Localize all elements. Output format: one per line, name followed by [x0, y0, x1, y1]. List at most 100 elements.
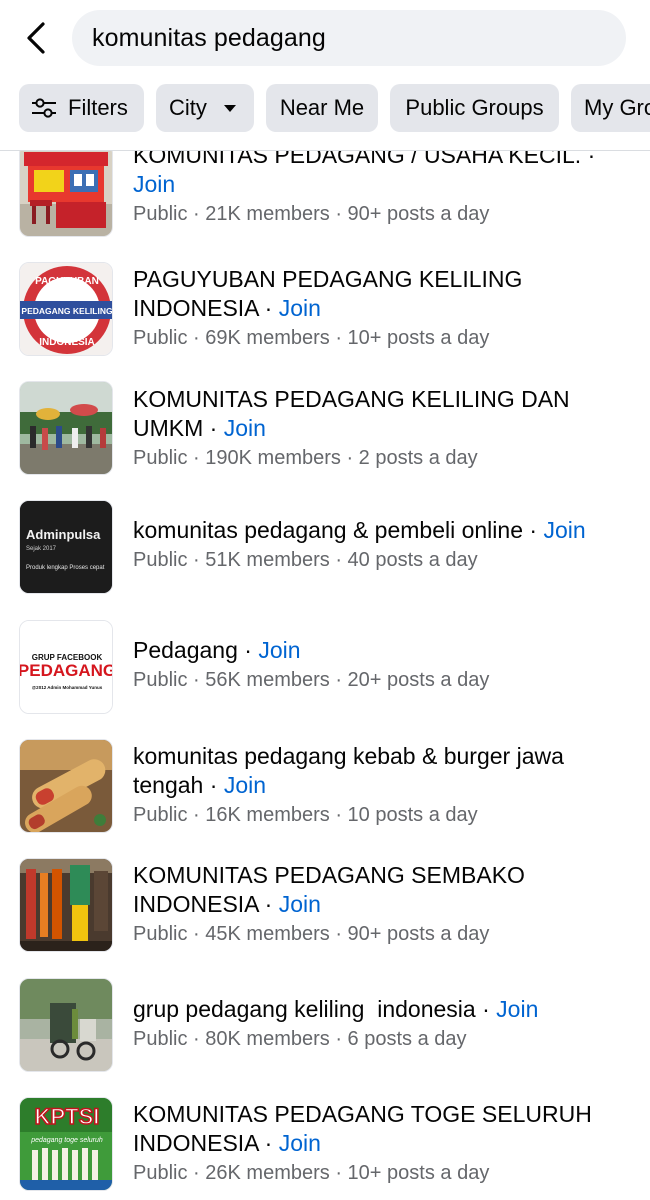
separator-dot: ·: [187, 669, 206, 691]
join-link[interactable]: Join: [496, 996, 538, 1022]
group-members: 21K members: [205, 203, 330, 225]
group-title[interactable]: KOMUNITAS PEDAGANG TOGE SELURUH INDONESI…: [133, 1100, 633, 1158]
group-info: grup pedagang keliling indonesia · Join …: [133, 995, 633, 1053]
group-title[interactable]: PAGUYUBAN PEDAGANG KELILING INDONESIA · …: [133, 265, 633, 323]
group-title[interactable]: KOMUNITAS PEDAGANG / USAHA KECIL. · Join: [133, 151, 633, 199]
group-results-list: KOMUNITAS PEDAGANG / USAHA KECIL. · Join…: [0, 151, 650, 1200]
group-privacy: Public: [133, 669, 188, 691]
group-activity: 40 posts a day: [347, 549, 478, 571]
group-thumbnail: [19, 151, 113, 237]
group-info: komunitas pedagang & pembeli online · Jo…: [133, 516, 633, 574]
separator-dot: ·: [187, 1162, 206, 1184]
join-link[interactable]: Join: [224, 772, 266, 798]
join-link[interactable]: Join: [224, 415, 266, 441]
separator-dot: ·: [187, 923, 206, 945]
group-privacy: Public: [133, 549, 188, 571]
search-input[interactable]: komunitas pedagang: [72, 10, 626, 66]
group-title[interactable]: komunitas pedagang kebab & burger jawa t…: [133, 742, 633, 800]
paguyuban-logo: PAGUYUBAN PEDAGANG KELILING INDONESIA: [20, 263, 113, 355]
group-title[interactable]: KOMUNITAS PEDAGANG KELILING DAN UMKM · J…: [133, 385, 633, 443]
thumb-text-mid: PEDAGANG: [20, 661, 113, 680]
my-groups-chip-label: My Gro: [584, 95, 650, 120]
group-title[interactable]: komunitas pedagang & pembeli online · Jo…: [133, 516, 633, 545]
join-link[interactable]: Join: [279, 891, 321, 917]
group-privacy: Public: [133, 804, 188, 826]
back-button[interactable]: [18, 20, 54, 56]
thumb-text-mid: PEDAGANG KELILING: [21, 306, 113, 316]
group-members: 56K members: [205, 669, 330, 691]
group-meta: Public · 69K members · 10+ posts a day: [133, 324, 633, 352]
separator-dot: ·: [475, 996, 497, 1022]
stall-photo: [20, 151, 112, 236]
group-privacy: Public: [133, 923, 188, 945]
join-link[interactable]: Join: [279, 1130, 321, 1156]
group-activity: 90+ posts a day: [347, 203, 490, 225]
thumb-text-top: PAGUYUBAN: [35, 276, 99, 287]
thumb-text-mid: pedagang toge seluruh: [30, 1137, 103, 1144]
separator-dot: ·: [203, 772, 224, 798]
group-thumbnail: KPTSI pedagang toge seluruh: [19, 1097, 113, 1191]
public-groups-chip[interactable]: Public Groups: [390, 84, 559, 132]
separator-dot: ·: [237, 637, 259, 663]
group-meta: Public · 51K members · 40 posts a day: [133, 546, 633, 574]
near-me-chip[interactable]: Near Me: [266, 84, 378, 132]
near-me-chip-label: Near Me: [279, 95, 365, 120]
separator-dot: ·: [187, 1028, 206, 1050]
separator-dot: ·: [523, 517, 544, 543]
public-groups-chip-label: Public Groups: [405, 95, 544, 120]
group-activity: 2 posts a day: [358, 447, 478, 469]
group-thumbnail: [19, 381, 113, 475]
grup-facebook-pedagang-logo: GRUP FACEBOOK PEDAGANG @2012 Admin Moham…: [20, 621, 113, 713]
filter-chips: Filters City Near Me Public Groups My Gr…: [0, 84, 650, 134]
group-name: komunitas pedagang kebab & burger jawa t…: [133, 743, 564, 798]
group-members: 45K members: [205, 923, 330, 945]
separator-dot: ·: [187, 804, 206, 826]
group-activity: 10+ posts a day: [347, 1162, 490, 1184]
separator-dot: ·: [329, 549, 348, 571]
group-thumbnail: Adminpulsa Sejak 2017 Produk lengkap Pro…: [19, 500, 113, 594]
group-meta: Public · 21K members · 90+ posts a day: [133, 200, 633, 228]
kptsi-logo: KPTSI pedagang toge seluruh: [20, 1098, 112, 1190]
separator-dot: ·: [187, 327, 206, 349]
group-name: komunitas pedagang & pembeli online: [133, 517, 523, 543]
chevron-left-icon: [27, 22, 45, 54]
separator-dot: ·: [581, 151, 596, 168]
group-members: 69K members: [205, 327, 330, 349]
group-activity: 10+ posts a day: [347, 327, 490, 349]
adminpulsa-logo: Adminpulsa Sejak 2017 Produk lengkap Pro…: [20, 501, 112, 593]
join-link[interactable]: Join: [258, 637, 300, 663]
group-info: KOMUNITAS PEDAGANG TOGE SELURUH INDONESI…: [133, 1100, 633, 1187]
separator-dot: ·: [329, 669, 348, 691]
group-name: Pedagang: [133, 637, 238, 663]
group-thumbnail: PAGUYUBAN PEDAGANG KELILING INDONESIA: [19, 262, 113, 356]
separator-dot: ·: [329, 327, 348, 349]
group-meta: Public · 45K members · 90+ posts a day: [133, 920, 633, 948]
group-thumbnail: GRUP FACEBOOK PEDAGANG @2012 Admin Moham…: [19, 620, 113, 714]
thumb-text-top: Adminpulsa: [26, 527, 101, 542]
group-activity: 10 posts a day: [347, 804, 478, 826]
thumb-text-mid: Sejak 2017: [26, 546, 57, 552]
group-title[interactable]: grup pedagang keliling indonesia · Join: [133, 995, 633, 1024]
join-link[interactable]: Join: [543, 517, 585, 543]
group-title[interactable]: Pedagang · Join: [133, 636, 633, 665]
separator-dot: ·: [258, 891, 279, 917]
group-info: KOMUNITAS PEDAGANG SEMBAKO INDONESIA · J…: [133, 861, 633, 948]
join-link[interactable]: Join: [133, 171, 175, 197]
group-meta: Public · 16K members · 10 posts a day: [133, 801, 633, 829]
group-name: grup pedagang keliling indonesia: [133, 996, 476, 1022]
group-activity: 6 posts a day: [347, 1028, 467, 1050]
join-link[interactable]: Join: [279, 295, 321, 321]
separator-dot: ·: [187, 203, 206, 225]
group-title[interactable]: KOMUNITAS PEDAGANG SEMBAKO INDONESIA · J…: [133, 861, 633, 919]
group-privacy: Public: [133, 1162, 188, 1184]
kebab-photo: [20, 740, 112, 832]
caret-down-icon: [223, 104, 236, 112]
filters-chip[interactable]: Filters: [19, 84, 144, 132]
group-info: KOMUNITAS PEDAGANG / USAHA KECIL. · Join…: [133, 151, 633, 228]
group-name: KOMUNITAS PEDAGANG SEMBAKO INDONESIA: [133, 862, 525, 917]
my-groups-chip[interactable]: My Gro: [571, 84, 650, 132]
filters-chip-label: Filters: [68, 95, 128, 120]
city-chip[interactable]: City: [156, 84, 254, 132]
group-info: PAGUYUBAN PEDAGANG KELILING INDONESIA · …: [133, 265, 633, 352]
group-thumbnail: [19, 739, 113, 833]
